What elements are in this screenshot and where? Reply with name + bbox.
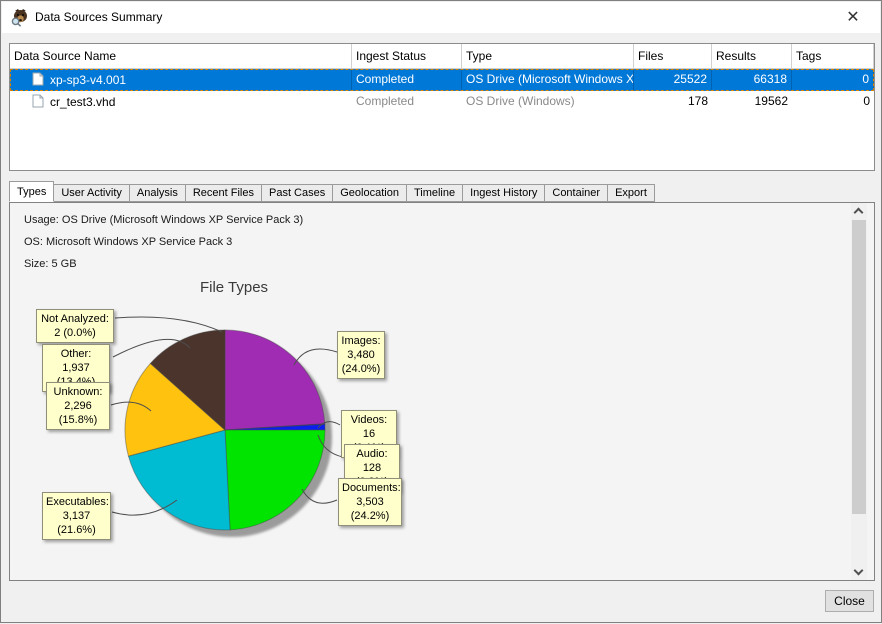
col-header-results[interactable]: Results bbox=[712, 44, 792, 69]
cell-tags: 0 bbox=[792, 91, 874, 113]
summary-tabs: Types User Activity Analysis Recent File… bbox=[9, 182, 654, 202]
cell-ingest-status: Completed bbox=[352, 69, 462, 91]
table-row[interactable]: xp-sp3-v4.001 Completed OS Drive (Micros… bbox=[10, 69, 874, 91]
cell-ingest-status: Completed bbox=[352, 91, 462, 113]
tab-past-cases[interactable]: Past Cases bbox=[261, 184, 333, 202]
tab-user-activity[interactable]: User Activity bbox=[53, 184, 130, 202]
col-header-type[interactable]: Type bbox=[462, 44, 634, 69]
data-sources-summary-dialog: Data Sources Summary ✕ Data Source Name … bbox=[0, 0, 882, 623]
table-row[interactable]: cr_test3.vhd Completed OS Drive (Windows… bbox=[10, 91, 874, 113]
tab-export[interactable]: Export bbox=[607, 184, 655, 202]
pie-label-documents: Documents: 3,503 (24.2%) bbox=[338, 478, 402, 526]
tab-types[interactable]: Types bbox=[9, 181, 54, 202]
cell-name: xp-sp3-v4.001 bbox=[10, 69, 352, 91]
col-header-files[interactable]: Files bbox=[634, 44, 712, 69]
usage-label: Usage: OS Drive (Microsoft Windows XP Se… bbox=[24, 214, 303, 226]
pie-label-executables: Executables: 3,137 (21.6%) bbox=[42, 492, 111, 540]
title-bar: Data Sources Summary ✕ bbox=[2, 2, 880, 33]
os-label: OS: Microsoft Windows XP Service Pack 3 bbox=[24, 236, 232, 248]
autopsy-dog-icon bbox=[11, 8, 30, 27]
tab-ingest-history[interactable]: Ingest History bbox=[462, 184, 545, 202]
cell-type: OS Drive (Microsoft Windows X... bbox=[462, 69, 634, 91]
vertical-scrollbar[interactable] bbox=[851, 203, 867, 580]
close-button[interactable]: Close bbox=[825, 590, 874, 612]
cell-files: 178 bbox=[634, 91, 712, 113]
scrollbar-thumb[interactable] bbox=[852, 220, 866, 514]
types-tab-panel: Usage: OS Drive (Microsoft Windows XP Se… bbox=[9, 202, 875, 581]
col-header-ingest-status[interactable]: Ingest Status bbox=[352, 44, 462, 69]
file-icon bbox=[32, 72, 44, 86]
table-header: Data Source Name Ingest Status Type File… bbox=[10, 44, 874, 69]
col-header-name[interactable]: Data Source Name bbox=[10, 44, 352, 69]
tab-container[interactable]: Container bbox=[544, 184, 608, 202]
tab-geolocation[interactable]: Geolocation bbox=[332, 184, 407, 202]
scroll-down-icon[interactable] bbox=[851, 564, 867, 580]
col-header-tags[interactable]: Tags bbox=[792, 44, 874, 69]
tab-timeline[interactable]: Timeline bbox=[406, 184, 463, 202]
tab-recent-files[interactable]: Recent Files bbox=[185, 184, 262, 202]
cell-type: OS Drive (Windows) bbox=[462, 91, 634, 113]
cell-tags: 0 bbox=[792, 69, 874, 91]
chart-title: File Types bbox=[24, 279, 444, 296]
cell-results: 19562 bbox=[712, 91, 792, 113]
tab-analysis[interactable]: Analysis bbox=[129, 184, 186, 202]
pie-label-unknown: Unknown: 2,296 (15.8%) bbox=[46, 382, 110, 430]
window-close-icon[interactable]: ✕ bbox=[840, 6, 866, 30]
pie-label-not-analyzed: Not Analyzed: 2 (0.0%) bbox=[36, 309, 114, 343]
size-label: Size: 5 GB bbox=[24, 258, 77, 270]
cell-name: cr_test3.vhd bbox=[10, 91, 352, 113]
window-title: Data Sources Summary bbox=[35, 10, 162, 24]
data-sources-table: Data Source Name Ingest Status Type File… bbox=[9, 43, 875, 171]
pie-label-images: Images: 3,480 (24.0%) bbox=[337, 331, 385, 379]
file-icon bbox=[32, 94, 44, 108]
cell-results: 66318 bbox=[712, 69, 792, 91]
scroll-up-icon[interactable] bbox=[851, 203, 867, 219]
cell-files: 25522 bbox=[634, 69, 712, 91]
